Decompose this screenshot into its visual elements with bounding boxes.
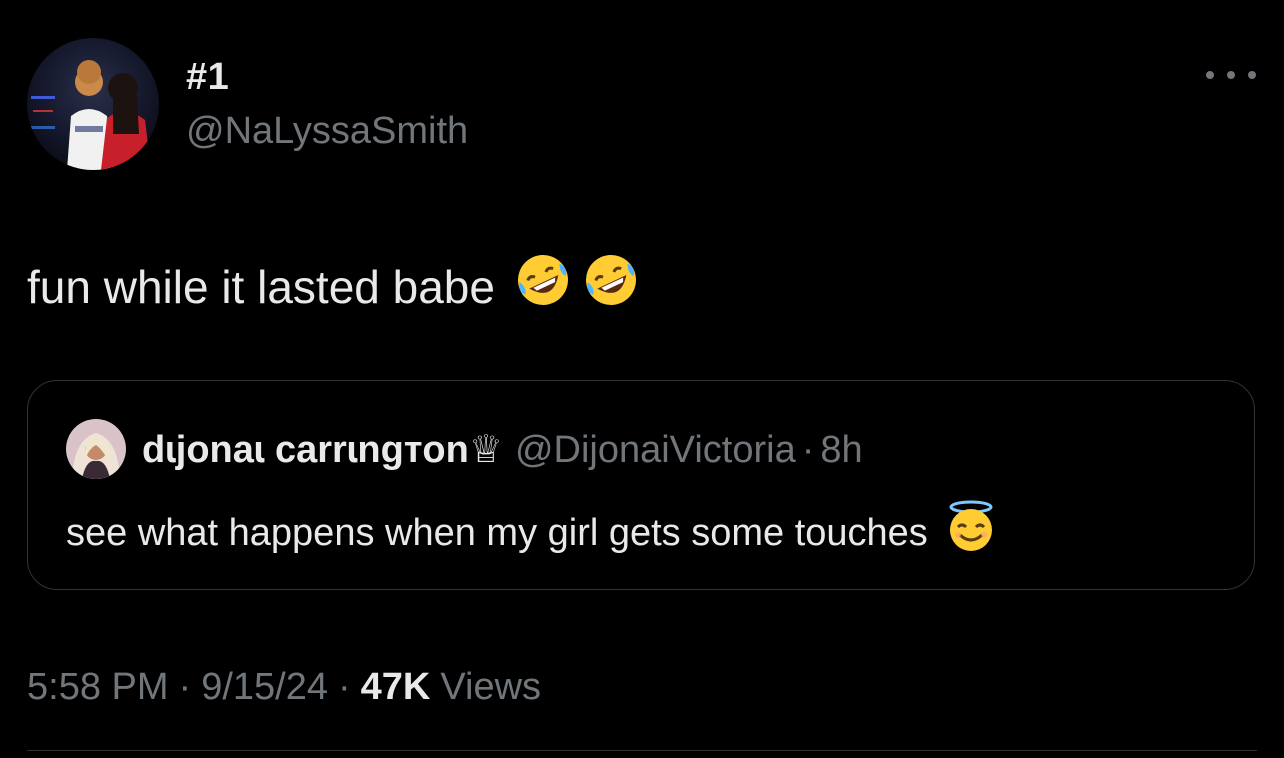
quoted-tweet-text: see what happens when my girl gets some … xyxy=(66,499,998,566)
author-handle[interactable]: @NaLyssaSmith xyxy=(186,108,468,154)
rolling-on-floor-laughing-emoji xyxy=(513,250,573,323)
tweet-text-body: fun while it lasted babe xyxy=(27,260,495,313)
quoted-timestamp[interactable]: 8h xyxy=(820,427,862,473)
rolling-on-floor-laughing-emoji xyxy=(581,250,641,323)
quoted-tweet-card[interactable]: dɩjonaɩ carrɩngтon♕ @DijonaiVictoria · 8… xyxy=(27,380,1255,590)
more-options-button[interactable] xyxy=(1206,62,1256,88)
author-display-name[interactable]: #1 xyxy=(186,54,229,100)
quoted-separator: · xyxy=(801,429,815,471)
tweet-text: fun while it lasted babe xyxy=(27,250,641,323)
quoted-author-name[interactable]: dɩjonaɩ carrɩngтon♕ xyxy=(142,427,503,473)
quoted-tweet-header: dɩjonaɩ carrɩngтon♕ @DijonaiVictoria · 8… xyxy=(142,427,863,473)
smiling-face-with-halo-emoji xyxy=(944,499,998,566)
tweet-metadata: 5:58 PM · 9/15/24 · 47K Views xyxy=(27,664,541,710)
tweet-detail: #1 @NaLyssaSmith fun while it lasted bab… xyxy=(0,0,1284,758)
meta-separator: · xyxy=(178,666,192,708)
views-label: Views xyxy=(440,666,542,708)
tweet-date[interactable]: 9/15/24 xyxy=(201,664,328,710)
more-horizontal-icon-dot xyxy=(1248,71,1256,79)
divider xyxy=(27,750,1257,751)
views-count[interactable]: 47K xyxy=(361,664,431,710)
quoted-tweet-text-body: see what happens when my girl gets some … xyxy=(66,511,928,554)
quoted-author-handle[interactable]: @DijonaiVictoria xyxy=(515,427,796,473)
author-avatar[interactable] xyxy=(27,38,159,170)
tweet-time[interactable]: 5:58 PM xyxy=(27,664,169,710)
quoted-author-avatar[interactable] xyxy=(66,419,126,479)
more-horizontal-icon xyxy=(1206,71,1214,79)
meta-separator: · xyxy=(337,666,351,708)
more-horizontal-icon-dot xyxy=(1227,71,1235,79)
